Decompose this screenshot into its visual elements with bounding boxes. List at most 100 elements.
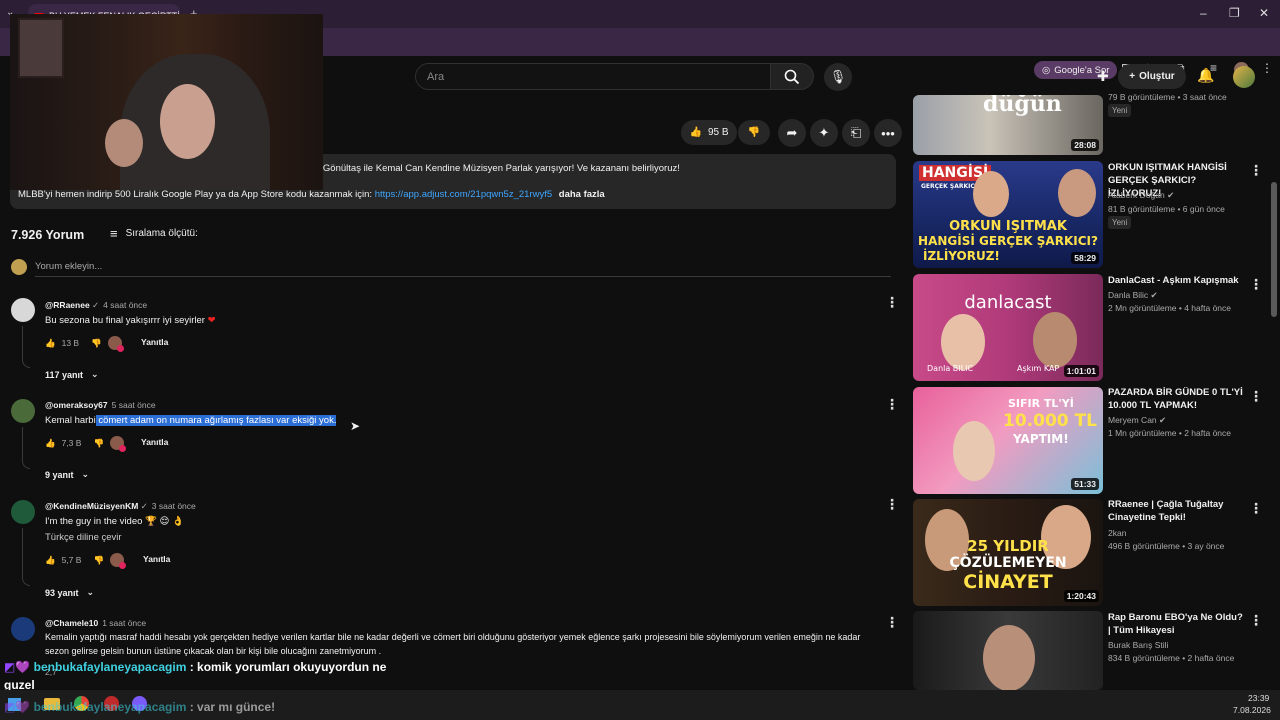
comment-avatar[interactable] xyxy=(11,298,35,322)
search-input[interactable]: Ara xyxy=(415,63,771,90)
comment-menu-icon[interactable]: ⋮ xyxy=(885,396,899,413)
reply-button[interactable]: Yanıtla xyxy=(141,337,168,347)
video-title[interactable]: DanlaCast - Aşkım Kapışmak xyxy=(1108,274,1248,287)
thumbnail-caption: HANGİSİ GERÇEK ŞARKICI? xyxy=(918,234,1098,248)
channel-name[interactable]: Ataberk Doğan ✔ xyxy=(1108,190,1174,201)
page-scrollbar[interactable] xyxy=(1271,182,1277,317)
like-comment-icon[interactable]: 👍 xyxy=(45,438,56,449)
comment-actions: 👍 13 B 👎 xyxy=(45,336,124,352)
chat-badge-icon: ◩ xyxy=(4,660,16,674)
chat-heart-icon: 💜 xyxy=(15,700,31,714)
show-more-button[interactable]: daha fazla xyxy=(559,189,605,200)
description-link[interactable]: https://app.adjust.com/21pqwn5z_21rwyf5 xyxy=(375,189,552,200)
clock-date[interactable]: 7.08.2026 xyxy=(1233,705,1271,715)
channel-name[interactable]: Meryem Can ✔ xyxy=(1108,415,1166,426)
view-replies-button[interactable]: 93 yanıt ⌄ xyxy=(45,587,94,598)
user-avatar[interactable] xyxy=(1233,66,1255,88)
share-button[interactable]: ➦ xyxy=(778,119,806,147)
new-badge: Yeni xyxy=(1108,216,1132,229)
comment-text: Bu sezona bu final yakışırrr iyi seyirle… xyxy=(45,315,216,326)
comment-actions: 👍 7,3 B 👎 xyxy=(45,436,127,452)
comment-author[interactable]: @RRaenee ✓ 4 saat önce xyxy=(45,300,147,311)
like-comment-icon[interactable]: 👍 xyxy=(45,555,56,566)
search-icon xyxy=(784,69,800,84)
comment-avatar[interactable] xyxy=(11,500,35,524)
comment-menu-icon[interactable]: ⋮ xyxy=(885,614,899,631)
sidebar-thumbnail-3[interactable]: danlacast Danla BILIC Aşkım KAP 1:01:01 xyxy=(913,274,1103,381)
thumbnail-caption: YAPTIM! xyxy=(1013,432,1069,446)
thread-line xyxy=(22,528,30,586)
browser-menu-icon[interactable]: ⋮ xyxy=(1261,61,1273,75)
comment-author[interactable]: @Chamele10 1 saat önce xyxy=(45,618,146,628)
like-comment-icon[interactable]: 👍 xyxy=(45,338,56,349)
sidebar-thumbnail-2[interactable]: HANGİSİ GERÇEK ŞARKICI? ORKUN IŞITMAK HA… xyxy=(913,161,1103,268)
video-title[interactable]: RRaenee | Çağla Tuğaltay Cinayetine Tepk… xyxy=(1108,498,1248,524)
webcam-wall-poster xyxy=(18,18,64,78)
chat-heart-icon: 💜 xyxy=(15,660,31,674)
dislike-comment-icon[interactable]: 👎 xyxy=(93,555,104,566)
window-close-icon[interactable]: ✕ xyxy=(1259,6,1269,20)
video-menu-icon[interactable]: ⋮ xyxy=(1249,500,1263,517)
taskbar: ◩💜 benbukafaylaneyapacagim : var mı günc… xyxy=(0,690,1280,720)
webcam-face xyxy=(160,84,215,159)
minimize-icon[interactable]: – xyxy=(1200,6,1207,20)
notifications-bell-icon[interactable]: 🔔 xyxy=(1197,67,1214,84)
sort-button[interactable]: ≡ Sıralama ölçütü: xyxy=(110,226,198,241)
ask-ai-button[interactable]: ✦ xyxy=(810,119,838,147)
translate-link[interactable]: Türkçe diline çevir xyxy=(45,532,122,543)
dislike-comment-icon[interactable]: 👎 xyxy=(91,338,102,349)
new-badge: Yeni xyxy=(1108,104,1132,117)
voice-search-button[interactable]: 🎙 xyxy=(824,63,852,91)
comment-text-line-1: Kemalin yaptığı masraf haddi hesabı yok … xyxy=(45,632,861,642)
verified-check-icon: ✔ xyxy=(1159,415,1167,425)
video-title[interactable]: PAZARDA BİR GÜNDE 0 TL'Yİ 10.000 TL YAPM… xyxy=(1108,386,1248,412)
comment-text-line-2: sezon gelirse gelsin bunun üstüne çıkaca… xyxy=(45,646,382,656)
video-menu-icon[interactable]: ⋮ xyxy=(1249,276,1263,293)
video-menu-icon[interactable]: ⋮ xyxy=(1249,612,1263,629)
chevron-down-icon: ⌄ xyxy=(81,469,90,479)
comment-avatar[interactable] xyxy=(11,617,35,641)
clock-time[interactable]: 23:39 xyxy=(1248,693,1269,703)
dislike-button[interactable]: 👎 xyxy=(738,120,770,145)
comment-menu-icon[interactable]: ⋮ xyxy=(885,496,899,513)
sidebar-thumbnail-1[interactable]: düğün 28:08 xyxy=(913,95,1103,155)
sidebar-thumbnail-4[interactable]: SIFIR TL'Yİ 10.000 TL YAPTIM! 51:33 xyxy=(913,387,1103,494)
comment-author[interactable]: @KendineMüzisyenKM ✓ 3 saat önce xyxy=(45,501,196,512)
channel-name[interactable]: Danla Bilic ✔ xyxy=(1108,290,1158,301)
video-menu-icon[interactable]: ⋮ xyxy=(1249,388,1263,405)
video-duration: 1:01:01 xyxy=(1063,365,1099,377)
like-button[interactable]: 👍 95 B xyxy=(681,120,737,145)
reply-button[interactable]: Yanıtla xyxy=(143,554,170,564)
thumbnail-caption: 25 YILDIR xyxy=(967,537,1049,555)
save-button[interactable]: ⎗ xyxy=(842,119,870,147)
chevron-down-icon: ⌄ xyxy=(91,369,99,379)
search-button[interactable] xyxy=(771,63,814,90)
view-replies-button[interactable]: 9 yanıt ⌄ xyxy=(45,469,89,480)
sidebar-thumbnail-5[interactable]: 25 YILDIR ÇÖZÜLEMEYEN CİNAYET 1:20:43 xyxy=(913,499,1103,606)
channel-name[interactable]: 2kan xyxy=(1108,528,1126,538)
comment-actions: 👍 5,7 B 👎 xyxy=(45,553,127,569)
create-button[interactable]: + Oluştur xyxy=(1118,64,1186,89)
reply-button[interactable]: Yanıtla xyxy=(141,437,168,447)
more-actions-button[interactable]: ••• xyxy=(874,119,902,147)
yt-create-icon[interactable]: ✚ xyxy=(1097,68,1109,85)
thumbnail-caption: SIFIR TL'Yİ xyxy=(1008,397,1074,410)
thread-line xyxy=(22,326,30,368)
channel-name[interactable]: Burak Barış Stili xyxy=(1108,640,1168,650)
video-title[interactable]: Rap Baronu EBO'ya Ne Oldu? | Tüm Hikayes… xyxy=(1108,611,1248,637)
restore-icon[interactable]: ❐ xyxy=(1229,6,1240,20)
comment-avatar[interactable] xyxy=(11,399,35,423)
comment-menu-icon[interactable]: ⋮ xyxy=(885,294,899,311)
thumbnail-caption: 10.000 TL xyxy=(1003,411,1097,431)
plus-icon: + xyxy=(1129,71,1136,82)
comment-author[interactable]: @omeraksoy67 5 saat önce xyxy=(45,400,156,410)
dislike-comment-icon[interactable]: 👎 xyxy=(93,438,104,449)
video-menu-icon[interactable]: ⋮ xyxy=(1249,162,1263,179)
sidebar-thumbnail-6[interactable] xyxy=(913,611,1103,690)
comment-count: 7.926 Yorum xyxy=(11,228,85,242)
sort-icon: ≡ xyxy=(110,226,118,241)
chat-text: : var mı günce! xyxy=(189,700,276,714)
thumbs-up-icon: 👍 xyxy=(689,127,702,138)
view-replies-button[interactable]: 117 yanıt ⌄ xyxy=(45,369,99,380)
add-comment-input[interactable]: Yorum ekleyin... xyxy=(35,261,102,272)
